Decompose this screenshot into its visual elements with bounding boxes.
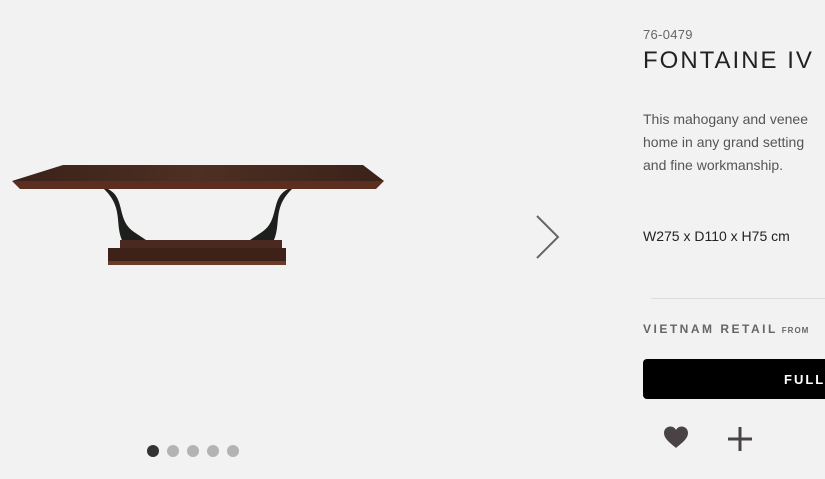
add-button[interactable] <box>726 425 754 453</box>
description-line: home in any grand setting <box>643 134 805 150</box>
product-dimensions: W275 x D110 x H75 cm <box>643 228 790 244</box>
cta-label: FULL <box>784 371 825 387</box>
product-details: 76-0479 FONTAINE IV This mahogany and ve… <box>643 0 825 479</box>
retail-from: FROM <box>781 326 810 335</box>
full-details-button[interactable]: FULL <box>643 359 825 399</box>
slide-indicators <box>147 445 239 457</box>
product-description: This mahogany and venee home in any gran… <box>643 108 825 177</box>
slide-dot-4[interactable] <box>207 445 219 457</box>
product-title: FONTAINE IV <box>643 47 814 74</box>
favorite-button[interactable] <box>663 425 689 451</box>
heart-icon <box>664 426 688 448</box>
slide-dot-1[interactable] <box>147 445 159 457</box>
next-slide-button[interactable] <box>532 213 562 263</box>
chevron-right-icon <box>536 215 560 259</box>
description-line: and fine workmanship. <box>643 157 784 173</box>
product-image <box>12 165 384 265</box>
retail-label: VIETNAM RETAIL <box>643 322 778 336</box>
slide-dot-2[interactable] <box>167 445 179 457</box>
slide-dot-3[interactable] <box>187 445 199 457</box>
product-gallery <box>0 0 600 479</box>
divider <box>651 298 825 299</box>
retail-price-label: VIETNAM RETAIL FROM <box>643 320 809 338</box>
product-sku: 76-0479 <box>643 27 693 42</box>
slide-dot-5[interactable] <box>227 445 239 457</box>
plus-icon <box>728 427 752 451</box>
description-line: This mahogany and venee <box>643 111 808 127</box>
